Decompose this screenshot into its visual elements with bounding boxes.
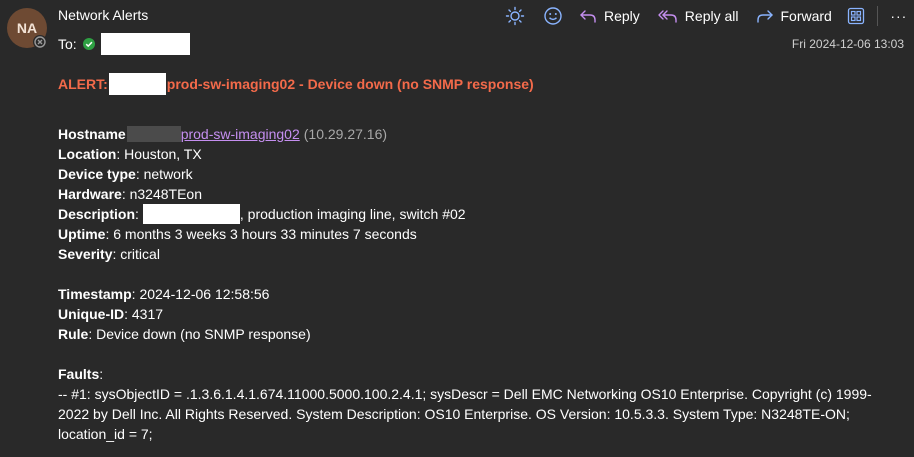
recipient-redacted[interactable] [100,33,190,55]
recipient-available-icon [82,38,95,50]
severity-row: Severity : critical [58,244,894,264]
faults-heading: Faults : [58,364,894,384]
device-type-value: : network [135,166,193,182]
unique-id-value: : 4317 [124,306,164,322]
message-toolbar: Reply Reply all Forward ··· [503,5,910,27]
toolbar-divider [876,6,878,26]
immersive-reader-icon[interactable] [845,7,867,25]
location-value: : Houston, TX [116,146,202,162]
hostname-ip: (10.29.27.16) [303,126,388,142]
unique-id-label: Unique-ID [58,306,125,322]
forward-button[interactable]: Forward [756,8,832,24]
reply-icon [580,10,596,23]
emoji-icon[interactable] [541,6,565,26]
alert-heading: ALERT: prod-sw-imaging02 - Device down (… [58,73,894,95]
device-type-label: Device type [58,166,136,182]
recipient-row: To: [58,33,190,55]
reply-all-button[interactable]: Reply all [658,8,739,24]
hostname-label: Hostname [58,126,126,142]
severity-label: Severity [58,246,113,262]
reply-button[interactable]: Reply [579,8,640,24]
unique-id-row: Unique-ID : 4317 [58,304,894,324]
more-options-icon[interactable]: ··· [888,8,910,24]
location-row: Location : Houston, TX [58,144,894,164]
rule-row: Rule : Device down (no SNMP response) [58,324,894,344]
to-label: To: [58,36,77,52]
hostname-link[interactable]: prod-sw-imaging02 [181,124,300,144]
description-label: Description [58,206,136,222]
rule-label: Rule [58,326,89,342]
alert-redacted [108,73,166,95]
reply-all-icon [658,10,677,23]
hardware-value: : n3248TEon [121,186,202,202]
avatar-initials: NA [16,20,38,36]
timestamp-label: Timestamp [58,286,132,302]
sun-icon[interactable] [503,6,527,26]
description-separator: : [135,206,139,222]
reply-all-label: Reply all [684,8,739,24]
severity-value: : critical [112,246,160,262]
rule-value: : Device down (no SNMP response) [88,326,311,342]
alert-prefix: ALERT: [58,76,108,92]
alert-title: prod-sw-imaging02 - Device down (no SNMP… [166,76,534,92]
forward-icon [756,10,773,23]
sender-name[interactable]: Network Alerts [58,7,148,23]
received-date: Fri 2024-12-06 13:03 [791,37,904,51]
uptime-row: Uptime : 6 months 3 weeks 3 hours 33 min… [58,224,894,244]
hardware-row: Hardware : n3248TEon [58,184,894,204]
description-redacted [142,204,240,224]
description-row: Description : , production imaging line,… [58,204,894,224]
hostname-redacted [126,126,181,142]
location-label: Location [58,146,117,162]
faults-label: Faults [58,366,100,382]
uptime-label: Uptime [58,226,106,242]
message-body: ALERT: prod-sw-imaging02 - Device down (… [58,73,894,444]
faults-colon: : [99,366,104,382]
email-reading-pane: NA Network Alerts To: Reply Reply all Fo… [0,0,914,457]
hostname-row: Hostname prod-sw-imaging02 (10.29.27.16) [58,124,894,144]
faults-text: -- #1: sysObjectID = .1.3.6.1.4.1.674.11… [58,386,872,442]
reply-label: Reply [604,8,640,24]
presence-status-icon [33,35,47,49]
timestamp-row: Timestamp : 2024-12-06 12:58:56 [58,284,894,304]
forward-label: Forward [780,8,832,24]
hardware-label: Hardware [58,186,122,202]
timestamp-value: : 2024-12-06 12:58:56 [131,286,270,302]
description-value: , production imaging line, switch #02 [239,206,466,222]
uptime-value: : 6 months 3 weeks 3 hours 33 minutes 7 … [105,226,417,242]
device-type-row: Device type : network [58,164,894,184]
more-options-label: ··· [890,8,908,24]
